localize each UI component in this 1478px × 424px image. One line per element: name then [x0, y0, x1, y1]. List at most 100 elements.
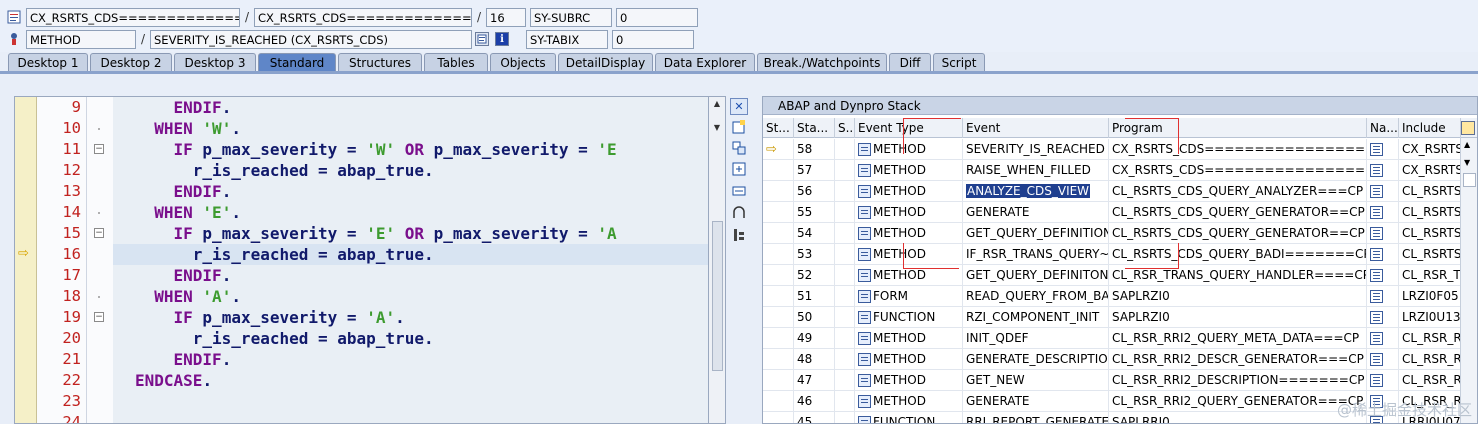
stack-cell-s[interactable] — [835, 202, 855, 223]
stack-cell-include[interactable]: CL_RSRTS — [1399, 244, 1461, 265]
line-number-field[interactable]: 16 — [486, 7, 526, 27]
tab-data-explorer[interactable]: Data Explorer — [655, 53, 755, 72]
maximize-tool-icon[interactable] — [730, 160, 748, 177]
stack-cell-program[interactable]: CL_RSR_RRI2_DESCR_GENERATOR===CP — [1109, 349, 1367, 370]
code-line[interactable]: WHEN 'W'. — [154, 118, 241, 139]
stack-cell-program[interactable]: SAPLRZI0 — [1109, 307, 1367, 328]
source-program-field[interactable]: CX_RSRTS_CDS================= — [254, 7, 472, 27]
col-header-stack-level[interactable]: Sta... — [794, 118, 835, 138]
stack-cell-level[interactable]: 55 — [794, 202, 835, 223]
code-line[interactable]: r_is_reached = abap_true. — [193, 244, 434, 265]
stack-cell-program[interactable]: CL_RSR_RRI2_DESCRIPTION=======CP — [1109, 370, 1367, 391]
stack-table-row[interactable]: 47 METHOD GET_NEW CL_RSR_RRI2_DESCRIPTION==… — [763, 370, 1477, 391]
stack-cell-s[interactable] — [835, 223, 855, 244]
scroll-down-icon[interactable]: ▼ — [1464, 158, 1470, 167]
stack-cell-program[interactable]: CL_RSR_RRI2_QUERY_META_DATA===CP — [1109, 328, 1367, 349]
stack-cell-s[interactable] — [835, 286, 855, 307]
stack-cell-include[interactable]: CL_RSR_R — [1399, 349, 1461, 370]
stack-cell-level[interactable]: 54 — [794, 223, 835, 244]
stack-table-row[interactable]: 56 METHOD ANALYZE_CDS_VIEW CL_RSRTS_CDS_QUE… — [763, 181, 1477, 202]
stack-cell-level[interactable]: 50 — [794, 307, 835, 328]
stack-table-row[interactable]: 57 METHOD RAISE_WHEN_FILLED CX_RSRTS_CDS===… — [763, 160, 1477, 181]
tab-standard[interactable]: Standard — [258, 53, 336, 72]
stack-cell-event-type[interactable]: METHOD — [855, 370, 963, 391]
stack-cell-event[interactable]: SEVERITY_IS_REACHED — [963, 139, 1109, 160]
stack-cell-include[interactable]: CL_RSRTS — [1399, 181, 1461, 202]
stack-cell-navigation[interactable] — [1367, 265, 1399, 286]
stack-cell-event[interactable]: GENERATE — [963, 202, 1109, 223]
stack-cell-current-flag[interactable] — [763, 160, 794, 181]
stack-cell-current-flag[interactable] — [763, 286, 794, 307]
stack-cell-event[interactable]: READ_QUERY_FROM_BA… — [963, 286, 1109, 307]
collapse-block-icon[interactable]: − — [94, 144, 104, 154]
tab-diff[interactable]: Diff — [889, 53, 931, 72]
stack-cell-event-type[interactable]: METHOD — [855, 391, 963, 412]
code-line[interactable]: IF p_max_severity = 'W' OR p_max_severit… — [174, 139, 617, 160]
col-header-include[interactable]: Include — [1399, 118, 1461, 138]
code-line[interactable]: r_is_reached = abap_true. — [193, 160, 434, 181]
tab-tables[interactable]: Tables — [424, 53, 488, 72]
collapse-block-icon[interactable]: − — [94, 228, 104, 238]
stack-cell-event-type[interactable]: FUNCTION — [855, 307, 963, 328]
stack-cell-level[interactable]: 57 — [794, 160, 835, 181]
stack-cell-event-type[interactable]: METHOD — [855, 349, 963, 370]
stack-table-row[interactable]: 55 METHOD GENERATE CL_RSRTS_CDS_QUERY_GENER… — [763, 202, 1477, 223]
tab-breakpoints-watchpoints[interactable]: Break./Watchpoints — [757, 53, 887, 72]
sy-subrc-value[interactable]: 0 — [616, 7, 698, 27]
navigate-source-icon[interactable] — [1370, 290, 1383, 303]
stack-cell-navigation[interactable] — [1367, 139, 1399, 160]
navigate-source-icon[interactable] — [1370, 164, 1383, 177]
stack-table-row[interactable]: 48 METHOD GENERATE_DESCRIPTION CL_RSR_RRI2_… — [763, 349, 1477, 370]
stack-cell-s[interactable] — [835, 328, 855, 349]
stack-cell-event-type[interactable]: METHOD — [855, 139, 963, 160]
stack-cell-include[interactable]: CL_RSRTS — [1399, 223, 1461, 244]
stack-cell-event-type[interactable]: METHOD — [855, 160, 963, 181]
stack-cell-event-type[interactable]: METHOD — [855, 202, 963, 223]
code-line[interactable]: ENDIF. — [174, 349, 232, 370]
new-tool-icon[interactable] — [730, 118, 748, 135]
stack-cell-navigation[interactable] — [1367, 349, 1399, 370]
stack-table-row[interactable]: 53 METHOD IF_RSR_TRANS_QUERY~… CL_RSRTS_CDS… — [763, 244, 1477, 265]
source-code-editor[interactable]: 9 ENDIF. 10 WHEN 'W'. 11 − IF p_max_severity =… — [14, 96, 726, 424]
stack-cell-include[interactable]: CX_RSRTS — [1399, 160, 1461, 181]
col-header-program[interactable]: Program — [1109, 118, 1367, 138]
stack-cell-event[interactable]: GET_QUERY_DEFINITON — [963, 265, 1109, 286]
navigate-source-icon[interactable] — [1370, 185, 1383, 198]
code-line[interactable]: ENDIF. — [174, 181, 232, 202]
stack-cell-program[interactable]: CX_RSRTS_CDS==================… — [1109, 139, 1367, 160]
stack-cell-program[interactable]: CX_RSRTS_CDS==================… — [1109, 160, 1367, 181]
stack-table-row[interactable]: 51 FORM READ_QUERY_FROM_BA… SAPLRZI0 LRZI0F0… — [763, 286, 1477, 307]
stack-cell-level[interactable]: 48 — [794, 349, 835, 370]
stack-cell-level[interactable]: 58 — [794, 139, 835, 160]
stack-cell-include[interactable]: CL_RSR_R — [1399, 328, 1461, 349]
stack-cell-event[interactable]: GET_NEW — [963, 370, 1109, 391]
code-line[interactable]: r_is_reached = abap_true. — [193, 328, 434, 349]
stack-cell-navigation[interactable] — [1367, 181, 1399, 202]
stack-cell-s[interactable] — [835, 265, 855, 286]
tab-desktop-1[interactable]: Desktop 1 — [8, 53, 88, 72]
stack-cell-s[interactable] — [835, 307, 855, 328]
code-line[interactable]: IF p_max_severity = 'A'. — [174, 307, 405, 328]
stack-cell-event-type[interactable]: METHOD — [855, 244, 963, 265]
stack-cell-include[interactable]: CL_RSR_T — [1399, 265, 1461, 286]
stack-cell-event[interactable]: IF_RSR_TRANS_QUERY~… — [963, 244, 1109, 265]
table-settings-icon[interactable] — [1461, 121, 1475, 135]
navigate-source-icon[interactable] — [1370, 143, 1383, 156]
tab-objects[interactable]: Objects — [490, 53, 556, 72]
stack-cell-current-flag[interactable] — [763, 181, 794, 202]
tab-desktop-2[interactable]: Desktop 2 — [90, 53, 172, 72]
stack-cell-current-flag[interactable] — [763, 244, 794, 265]
stack-cell-navigation[interactable] — [1367, 223, 1399, 244]
navigate-source-icon[interactable] — [1370, 269, 1383, 282]
stack-cell-event-type[interactable]: FUNCTION — [855, 412, 963, 423]
stack-cell-event-type[interactable]: FORM — [855, 286, 963, 307]
stack-vertical-scrollbar[interactable]: ▲ ▼ — [1460, 138, 1477, 423]
scroll-up-icon[interactable]: ▲ — [1464, 140, 1470, 149]
navigate-source-icon[interactable] — [1370, 332, 1383, 345]
stack-cell-s[interactable] — [835, 370, 855, 391]
stack-cell-event-type[interactable]: METHOD — [855, 223, 963, 244]
stack-cell-program[interactable]: CL_RSRTS_CDS_QUERY_ANALYZER===CP — [1109, 181, 1367, 202]
stack-cell-current-flag[interactable] — [763, 307, 794, 328]
stack-cell-event-type[interactable]: METHOD — [855, 181, 963, 202]
stack-cell-event[interactable]: RRI_REPORT_GENERATE — [963, 412, 1109, 423]
